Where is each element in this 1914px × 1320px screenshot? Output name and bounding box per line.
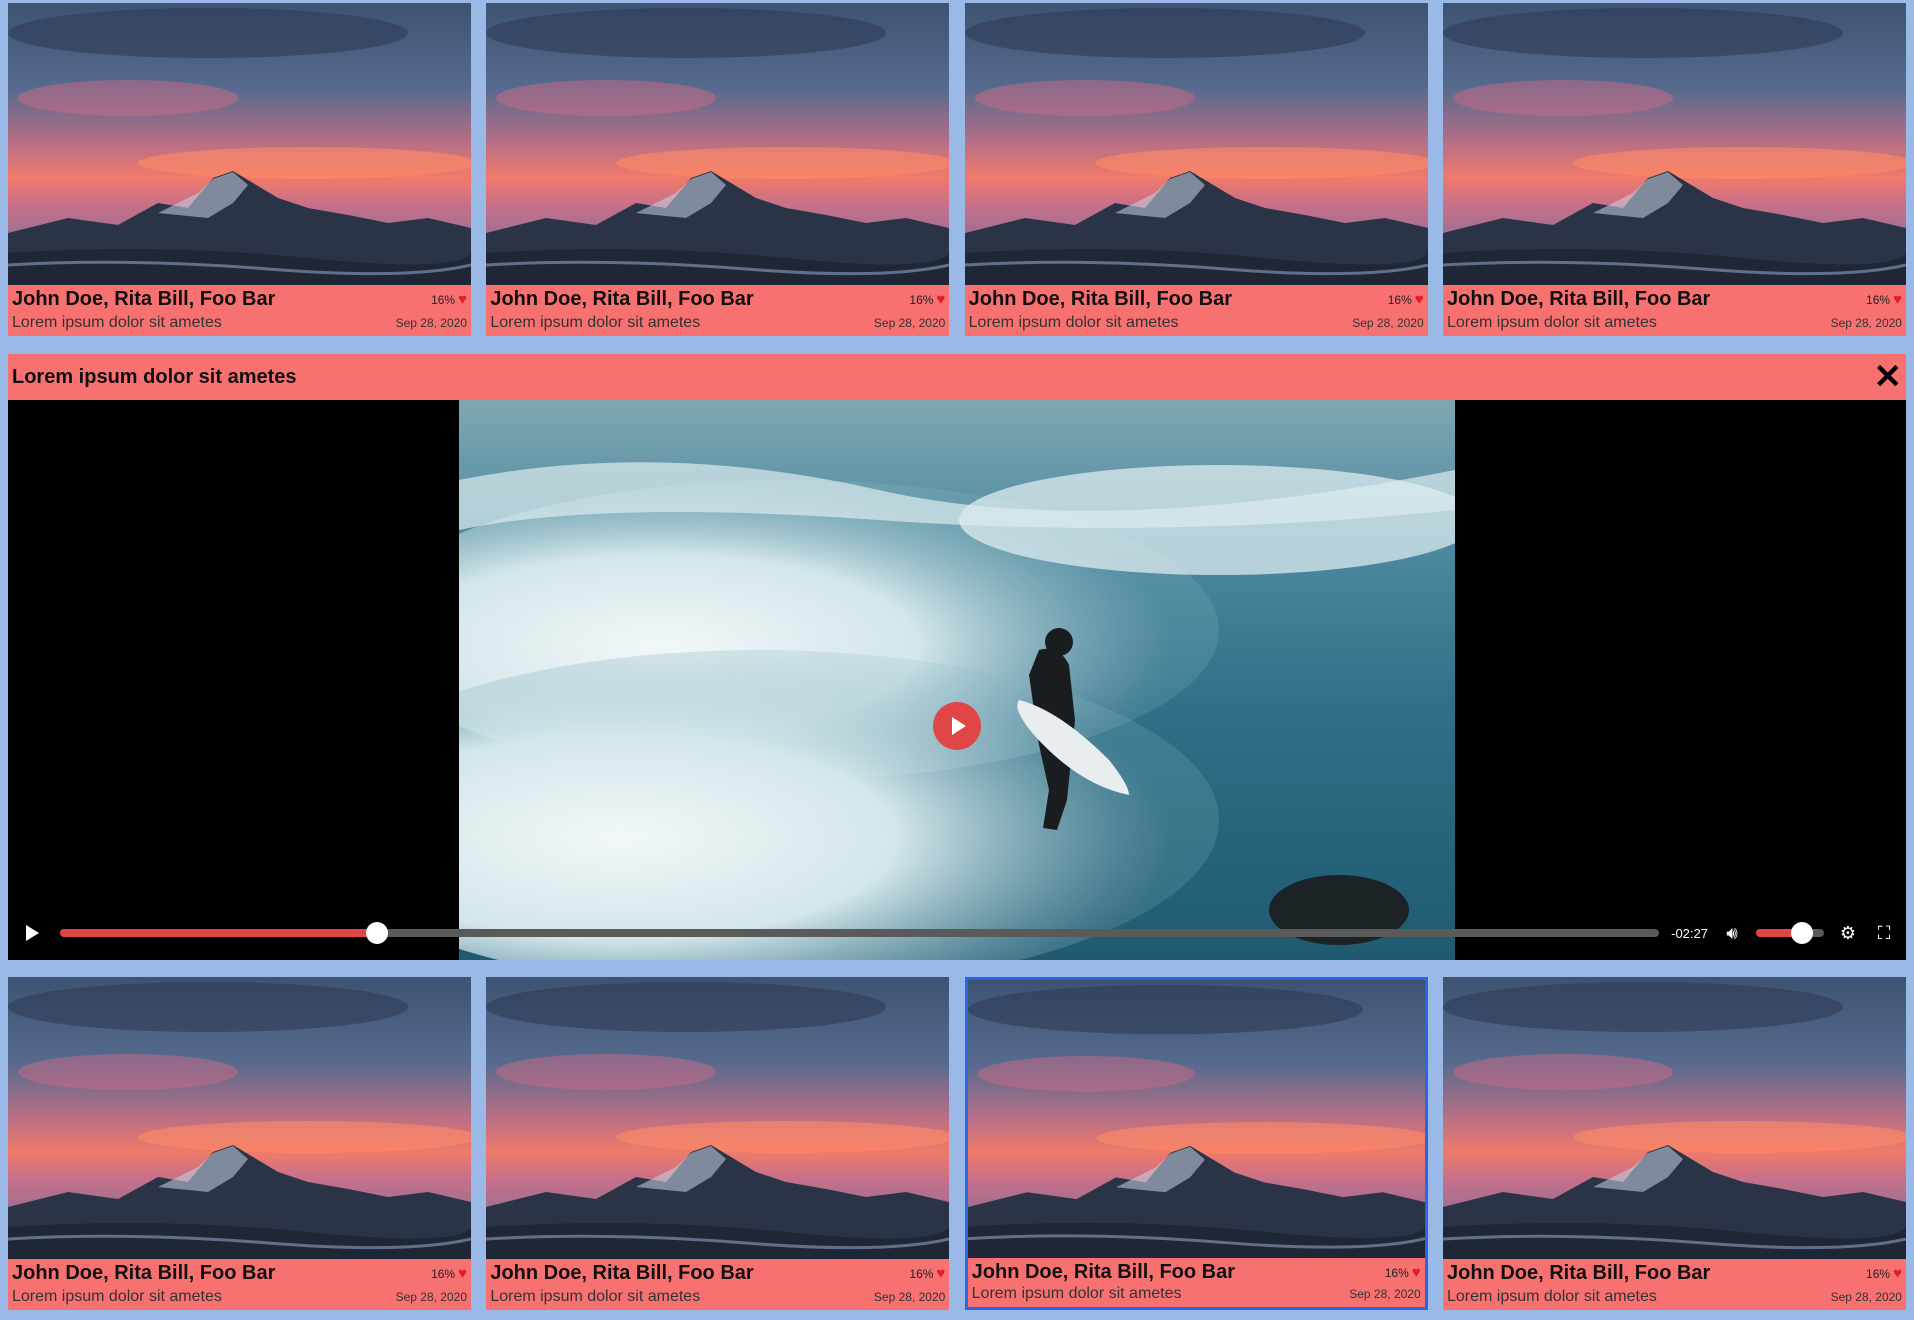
heart-icon[interactable]: ♥ (936, 292, 945, 307)
video-area[interactable]: -02:27 🔊︎ ⚙ ⛶ (8, 400, 1906, 960)
like-percent: 16% (1387, 292, 1412, 307)
card-thumbnail[interactable] (486, 3, 950, 285)
play-icon (26, 925, 39, 941)
card-date: Sep 28, 2020 (1349, 1287, 1421, 1301)
video-card[interactable]: John Doe, Rita Bill, Foo Bar 16% ♥ Lorem i… (8, 977, 471, 1310)
like-percent: 16% (909, 1266, 934, 1281)
player-title: Lorem ipsum dolor sit ametes (12, 365, 297, 388)
video-card[interactable]: John Doe, Rita Bill, Foo Bar 16% ♥ Lorem i… (1442, 3, 1906, 336)
volume-icon[interactable]: 🔊︎ (1720, 923, 1744, 944)
card-thumbnail[interactable] (967, 980, 1425, 1259)
card-date: Sep 28, 2020 (395, 1290, 467, 1304)
volume-slider[interactable] (1756, 922, 1824, 944)
like-percent: 16% (1866, 292, 1891, 307)
heart-icon[interactable]: ♥ (1412, 1265, 1421, 1280)
card-authors: John Doe, Rita Bill, Foo Bar (12, 1262, 276, 1284)
play-button[interactable] (18, 925, 42, 941)
card-thumbnail[interactable] (486, 977, 950, 1259)
fullscreen-icon[interactable]: ⛶ (1872, 923, 1896, 944)
card-thumbnail[interactable] (1442, 977, 1906, 1259)
heart-icon[interactable]: ♥ (458, 292, 467, 307)
card-thumbnail[interactable] (8, 3, 471, 285)
video-card[interactable]: John Doe, Rita Bill, Foo Bar 16% ♥ Lorem i… (486, 977, 950, 1310)
card-grid-top: John Doe, Rita Bill, Foo Bar 16% ♥ Lorem i… (8, 3, 1906, 336)
card-date: Sep 28, 2020 (1830, 1290, 1902, 1304)
video-card[interactable]: John Doe, Rita Bill, Foo Bar 16% ♥ Lorem i… (8, 3, 471, 336)
card-date: Sep 28, 2020 (1830, 316, 1902, 330)
like-percent: 16% (1384, 1265, 1409, 1280)
player-controls: -02:27 🔊︎ ⚙ ⛶ (8, 906, 1906, 960)
video-card[interactable]: John Doe, Rita Bill, Foo Bar 16% ♥ Lorem i… (1442, 977, 1906, 1310)
card-grid-bottom: John Doe, Rita Bill, Foo Bar 16% ♥ Lorem i… (8, 977, 1906, 1310)
player-header: Lorem ipsum dolor sit ametes ✕ (8, 354, 1906, 400)
play-icon (952, 717, 966, 735)
video-frame[interactable] (459, 400, 1455, 960)
like-percent: 16% (909, 292, 934, 307)
like-percent: 16% (431, 292, 456, 307)
close-icon[interactable]: ✕ (1874, 360, 1903, 394)
card-thumbnail[interactable] (8, 977, 471, 1259)
time-remaining: -02:27 (1671, 925, 1708, 941)
card-authors: John Doe, Rita Bill, Foo Bar (12, 288, 276, 310)
volume-handle[interactable] (1791, 922, 1814, 944)
card-description: Lorem ipsum dolor sit ametes (490, 314, 701, 331)
card-authors: John Doe, Rita Bill, Foo Bar (968, 288, 1233, 310)
big-play-button[interactable] (933, 702, 981, 750)
card-date: Sep 28, 2020 (873, 316, 946, 330)
video-card[interactable]: John Doe, Rita Bill, Foo Bar 16% ♥ Lorem i… (964, 3, 1428, 336)
card-authors: John Doe, Rita Bill, Foo Bar (1446, 1262, 1711, 1284)
card-thumbnail[interactable] (964, 3, 1428, 285)
card-authors: John Doe, Rita Bill, Foo Bar (490, 288, 754, 310)
card-date: Sep 28, 2020 (395, 316, 467, 330)
card-description: Lorem ipsum dolor sit ametes (971, 1285, 1182, 1302)
surf-scene (459, 400, 1455, 960)
progress-fill (60, 929, 377, 937)
heart-icon[interactable]: ♥ (1893, 1266, 1902, 1281)
card-description: Lorem ipsum dolor sit ametes (1446, 314, 1657, 331)
progress-bar[interactable] (60, 922, 1660, 944)
card-authors: John Doe, Rita Bill, Foo Bar (1446, 288, 1711, 310)
card-description: Lorem ipsum dolor sit ametes (1446, 1288, 1657, 1305)
card-description: Lorem ipsum dolor sit ametes (12, 314, 222, 331)
like-percent: 16% (1866, 1266, 1891, 1281)
video-card-selected[interactable]: John Doe, Rita Bill, Foo Bar 16% ♥ Lorem i… (964, 977, 1428, 1310)
card-thumbnail[interactable] (1442, 3, 1906, 285)
gear-icon[interactable]: ⚙ (1836, 923, 1860, 944)
card-authors: John Doe, Rita Bill, Foo Bar (971, 1261, 1236, 1284)
video-card[interactable]: John Doe, Rita Bill, Foo Bar 16% ♥ Lorem i… (486, 3, 950, 336)
heart-icon[interactable]: ♥ (458, 1266, 467, 1281)
card-date: Sep 28, 2020 (1352, 316, 1424, 330)
like-percent: 16% (431, 1266, 456, 1281)
card-description: Lorem ipsum dolor sit ametes (490, 1288, 701, 1305)
progress-handle[interactable] (365, 922, 388, 944)
card-authors: John Doe, Rita Bill, Foo Bar (490, 1262, 754, 1284)
heart-icon[interactable]: ♥ (936, 1266, 945, 1281)
card-description: Lorem ipsum dolor sit ametes (12, 1288, 222, 1305)
card-date: Sep 28, 2020 (873, 1290, 946, 1304)
heart-icon[interactable]: ♥ (1893, 292, 1902, 307)
heart-icon[interactable]: ♥ (1415, 292, 1424, 307)
card-description: Lorem ipsum dolor sit ametes (968, 314, 1179, 331)
video-player: Lorem ipsum dolor sit ametes ✕ -02:27 🔊︎… (8, 354, 1906, 960)
